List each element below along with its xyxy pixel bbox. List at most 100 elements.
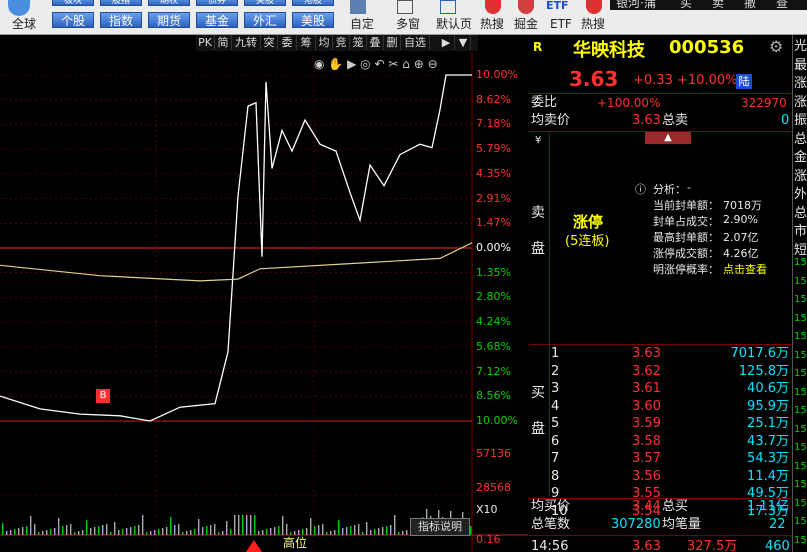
volume-bar-23	[94, 527, 96, 535]
analysis-key-4: 明涨停概率：	[653, 263, 719, 276]
volume-bar-15	[62, 526, 64, 535]
volume-bar-32	[130, 527, 132, 535]
top-button-3[interactable]: 债券	[196, 0, 238, 6]
hot-search-2-label[interactable]: 热搜	[581, 17, 605, 31]
custom-icon[interactable]	[350, 0, 366, 14]
bid-row-4[interactable]: 4 3.60 95.9万	[529, 398, 791, 416]
bid-level: 1	[551, 346, 560, 361]
bid-row-3[interactable]: 3 3.61 40.6万	[529, 380, 791, 398]
volume-bar-13	[54, 528, 56, 535]
hot-search-2-icon[interactable]	[586, 0, 602, 14]
gold-label[interactable]: 掘金	[514, 17, 538, 31]
trade-tab-sell[interactable]: 卖	[712, 0, 724, 10]
multi-window-label[interactable]: 多窗	[396, 17, 420, 31]
tick-time: 14:56	[531, 540, 569, 552]
bid-price: 3.62	[632, 363, 661, 379]
volume-bar-92	[370, 530, 372, 535]
volume-bar-36	[146, 532, 148, 535]
volume-bar-63	[254, 515, 256, 535]
top-button-4[interactable]: 美股	[244, 0, 286, 6]
collapse-up-icon[interactable]: ▲	[645, 132, 691, 144]
globe-icon[interactable]	[8, 0, 30, 16]
etf-label[interactable]: ETF	[550, 17, 572, 31]
nav-button-us-stock[interactable]: 美股	[292, 12, 334, 28]
avg-sell-label: 均卖价	[531, 113, 571, 128]
count-row: 总笔数 307280 均笔量 22	[529, 516, 791, 534]
limit-up-label: 涨停	[573, 213, 604, 231]
stock-name[interactable]: 华映科技	[573, 36, 645, 62]
vol-scale-label: X10	[476, 503, 498, 516]
nav-button-stock[interactable]: 个股	[52, 12, 94, 28]
price-pct-label-5: 2.91%	[476, 191, 511, 205]
trade-tab-account[interactable]: 银河·蒲	[616, 0, 656, 10]
bid-row-6[interactable]: 6 3.58 43.7万	[529, 433, 791, 451]
side-item-11: 短	[794, 242, 807, 258]
avg-vol-label: 均笔量	[662, 517, 702, 532]
bid-volume: 43.7万	[747, 433, 789, 449]
volume-bar-19	[78, 531, 80, 535]
bid-price: 3.58	[632, 433, 661, 449]
bid-row-5[interactable]: 5 3.59 25.1万	[529, 415, 791, 433]
volume-bar-31	[126, 528, 128, 535]
analysis-value-4[interactable]: 点击查看	[723, 261, 767, 277]
intraday-chart[interactable]: PK 简 九转 突 委 筹 均 竞 笼 叠 删 自选 ▶ ▼ ◉ ✋ ▶ ◎ ↶…	[0, 35, 528, 552]
volume-bar-79	[318, 525, 320, 535]
volume-bar-49	[198, 519, 200, 535]
bid-row-7[interactable]: 7 3.57 54.3万	[529, 450, 791, 468]
b-marker[interactable]: B	[96, 389, 110, 403]
bid-volume: 95.9万	[747, 398, 789, 414]
top-button-5[interactable]: 港股	[292, 0, 334, 6]
total-count-label: 总笔数	[531, 517, 571, 532]
volume-bar-16	[66, 525, 68, 535]
volume-bar-55	[222, 531, 224, 535]
default-page-icon[interactable]	[440, 0, 456, 14]
nav-button-futures[interactable]: 期货	[148, 12, 190, 28]
side-item-6: 金	[794, 150, 807, 165]
hot-search-label[interactable]: 热搜	[480, 17, 504, 31]
weibi-value: +100.00%	[597, 96, 661, 110]
bid-row-8[interactable]: 8 3.56 11.4万	[529, 468, 791, 486]
top-button-0[interactable]: 板块	[52, 0, 94, 6]
volume-bar-10	[42, 531, 44, 535]
trade-tab-query[interactable]: 查	[776, 0, 788, 10]
nav-button-index[interactable]: 指数	[100, 12, 142, 28]
price-pct-label-6: 1.47%	[476, 216, 511, 230]
side-item-22: 15	[794, 442, 807, 453]
avg-buy-row: 均买价 3.44 总买 1.11亿	[529, 498, 791, 516]
volume-bar-95	[382, 527, 384, 535]
weibi-row: 委比 +100.00% 322970	[529, 94, 791, 112]
chart-canvas[interactable]	[0, 35, 528, 552]
global-label[interactable]: 全球	[12, 17, 36, 31]
etf-icon[interactable]: ETF	[546, 0, 572, 14]
analysis-value-2: 2.07亿	[723, 231, 759, 244]
tick-price: 3.63	[632, 540, 661, 552]
trade-tab-buy[interactable]: 买	[680, 0, 692, 10]
price-pct-label-2: 7.18%	[476, 117, 511, 131]
top-button-2[interactable]: 期权	[148, 0, 190, 6]
settings-gear-icon[interactable]: ⚙	[769, 37, 783, 56]
hot-search-icon[interactable]	[485, 0, 501, 14]
r-badge: R	[533, 40, 543, 54]
bid-volume: 54.3万	[747, 451, 789, 466]
price-pct-label-0: 10.00%	[476, 68, 518, 81]
custom-label[interactable]: 自定	[350, 17, 374, 31]
gold-icon[interactable]	[518, 0, 534, 14]
bid-row-1[interactable]: 1 3.63 7017.6万	[529, 345, 791, 363]
volume-bar-77	[310, 518, 312, 535]
top-button-1[interactable]: 股指	[100, 0, 142, 6]
multi-window-icon[interactable]	[397, 0, 413, 14]
bid-row-2[interactable]: 2 3.62 125.8万	[529, 363, 791, 381]
side-item-12: 15	[794, 257, 807, 268]
stock-code[interactable]: 000536	[669, 37, 744, 58]
default-page-label[interactable]: 默认页	[436, 17, 472, 31]
side-item-13: 15	[794, 275, 807, 287]
volume-bar-68	[274, 527, 276, 535]
volume-bar-64	[258, 531, 260, 535]
nav-button-fund[interactable]: 基金	[196, 12, 238, 28]
trade-tab-cancel[interactable]: 撤	[744, 0, 756, 10]
indicator-help-button[interactable]: 指标说明	[410, 518, 470, 536]
volume-bar-65	[262, 530, 264, 535]
nav-button-forex[interactable]: 外汇	[244, 12, 286, 28]
volume-bar-38	[154, 530, 156, 535]
volume-bar-94	[378, 528, 380, 535]
